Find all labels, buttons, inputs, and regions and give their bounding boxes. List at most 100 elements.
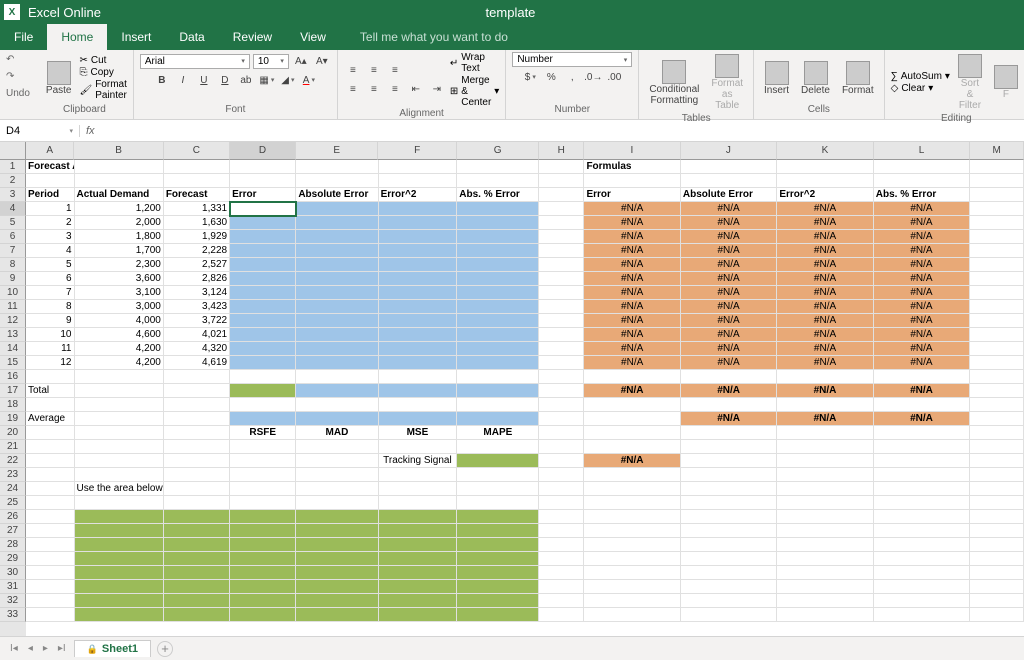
row-header-5[interactable]: 5 [0, 216, 26, 230]
cell-I23[interactable] [584, 468, 680, 482]
sheet-nav-prev[interactable]: ◂ [26, 643, 35, 654]
cell-J14[interactable]: #N/A [681, 342, 777, 356]
cell-I7[interactable]: #N/A [584, 244, 680, 258]
row-header-31[interactable]: 31 [0, 580, 26, 594]
align-left-button[interactable]: ≡ [344, 81, 362, 99]
cell-H25[interactable] [539, 496, 584, 510]
row-header-17[interactable]: 17 [0, 384, 26, 398]
cell-K12[interactable]: #N/A [777, 314, 873, 328]
cell-F29[interactable] [379, 552, 458, 566]
sort-filter-button[interactable]: Sort & Filter [954, 52, 986, 113]
cell-E31[interactable] [296, 580, 378, 594]
cell-A15[interactable]: 12 [26, 356, 75, 370]
cell-M6[interactable] [970, 230, 1024, 244]
cell-C22[interactable] [164, 454, 230, 468]
cell-H2[interactable] [539, 174, 584, 188]
cell-G7[interactable] [457, 244, 539, 258]
tab-file[interactable]: File [0, 24, 47, 50]
cell-B12[interactable]: 4,000 [75, 314, 164, 328]
cell-F5[interactable] [379, 216, 458, 230]
cell-J4[interactable]: #N/A [681, 202, 777, 216]
increase-indent-button[interactable]: ⇥ [428, 81, 446, 99]
cell-F1[interactable] [379, 160, 458, 174]
row-header-1[interactable]: 1 [0, 160, 26, 174]
cell-D6[interactable] [230, 230, 296, 244]
cell-F7[interactable] [379, 244, 458, 258]
cell-H32[interactable] [539, 594, 584, 608]
name-box[interactable]: D4▾ [0, 125, 80, 137]
cell-M8[interactable] [970, 258, 1024, 272]
cell-G25[interactable] [457, 496, 539, 510]
cell-C23[interactable] [164, 468, 230, 482]
cell-B33[interactable] [75, 608, 164, 622]
row-header-29[interactable]: 29 [0, 552, 26, 566]
cell-J26[interactable] [681, 510, 777, 524]
cell-H31[interactable] [539, 580, 584, 594]
cell-A16[interactable] [26, 370, 75, 384]
cell-C19[interactable] [164, 412, 230, 426]
cell-D17[interactable] [230, 384, 296, 398]
cell-A33[interactable] [26, 608, 75, 622]
cell-J5[interactable]: #N/A [681, 216, 777, 230]
increase-decimal-button[interactable]: .0→ [584, 68, 602, 86]
cell-G19[interactable] [457, 412, 539, 426]
cell-L11[interactable]: #N/A [874, 300, 970, 314]
cell-A32[interactable] [26, 594, 75, 608]
cell-L33[interactable] [874, 608, 970, 622]
cell-C7[interactable]: 2,228 [164, 244, 230, 258]
col-header-G[interactable]: G [457, 142, 539, 160]
cell-J27[interactable] [681, 524, 777, 538]
cell-B24[interactable]: Use the area below to draw a line chart … [75, 482, 164, 496]
cell-I21[interactable] [584, 440, 680, 454]
cell-L8[interactable]: #N/A [874, 258, 970, 272]
cell-E27[interactable] [296, 524, 378, 538]
cell-E16[interactable] [296, 370, 378, 384]
cell-C26[interactable] [164, 510, 230, 524]
cell-E1[interactable] [296, 160, 378, 174]
cell-A12[interactable]: 9 [26, 314, 75, 328]
cell-A29[interactable] [26, 552, 75, 566]
col-header-A[interactable]: A [26, 142, 74, 160]
cell-D22[interactable] [230, 454, 296, 468]
cell-J1[interactable] [681, 160, 777, 174]
row-header-20[interactable]: 20 [0, 426, 26, 440]
cell-D4[interactable] [230, 202, 296, 216]
cell-C31[interactable] [164, 580, 230, 594]
cell-A27[interactable] [26, 524, 75, 538]
row-header-8[interactable]: 8 [0, 258, 26, 272]
cell-F16[interactable] [379, 370, 458, 384]
cell-H8[interactable] [539, 258, 584, 272]
tab-home[interactable]: Home [47, 24, 107, 50]
cell-D32[interactable] [230, 594, 296, 608]
row-header-27[interactable]: 27 [0, 524, 26, 538]
formula-input[interactable] [101, 125, 1024, 137]
cell-F26[interactable] [379, 510, 458, 524]
cell-K5[interactable]: #N/A [777, 216, 873, 230]
cell-F33[interactable] [379, 608, 458, 622]
cell-M7[interactable] [970, 244, 1024, 258]
cell-D5[interactable] [230, 216, 296, 230]
cell-L14[interactable]: #N/A [874, 342, 970, 356]
cell-H22[interactable] [539, 454, 584, 468]
row-header-24[interactable]: 24 [0, 482, 26, 496]
cell-G27[interactable] [457, 524, 539, 538]
row-header-10[interactable]: 10 [0, 286, 26, 300]
cell-C29[interactable] [164, 552, 230, 566]
cell-C14[interactable]: 4,320 [164, 342, 230, 356]
cell-G14[interactable] [457, 342, 539, 356]
row-header-9[interactable]: 9 [0, 272, 26, 286]
cell-I10[interactable]: #N/A [584, 286, 680, 300]
cell-D18[interactable] [230, 398, 296, 412]
cell-G26[interactable] [457, 510, 539, 524]
cell-A5[interactable]: 2 [26, 216, 75, 230]
cell-A6[interactable]: 3 [26, 230, 75, 244]
cell-G11[interactable] [457, 300, 539, 314]
cell-K28[interactable] [777, 538, 873, 552]
cell-J3[interactable]: Absolute Error [681, 188, 777, 202]
cell-J28[interactable] [681, 538, 777, 552]
cell-A21[interactable] [26, 440, 75, 454]
cell-M20[interactable] [970, 426, 1024, 440]
cell-A14[interactable]: 11 [26, 342, 75, 356]
cell-H28[interactable] [539, 538, 584, 552]
cell-D29[interactable] [230, 552, 296, 566]
